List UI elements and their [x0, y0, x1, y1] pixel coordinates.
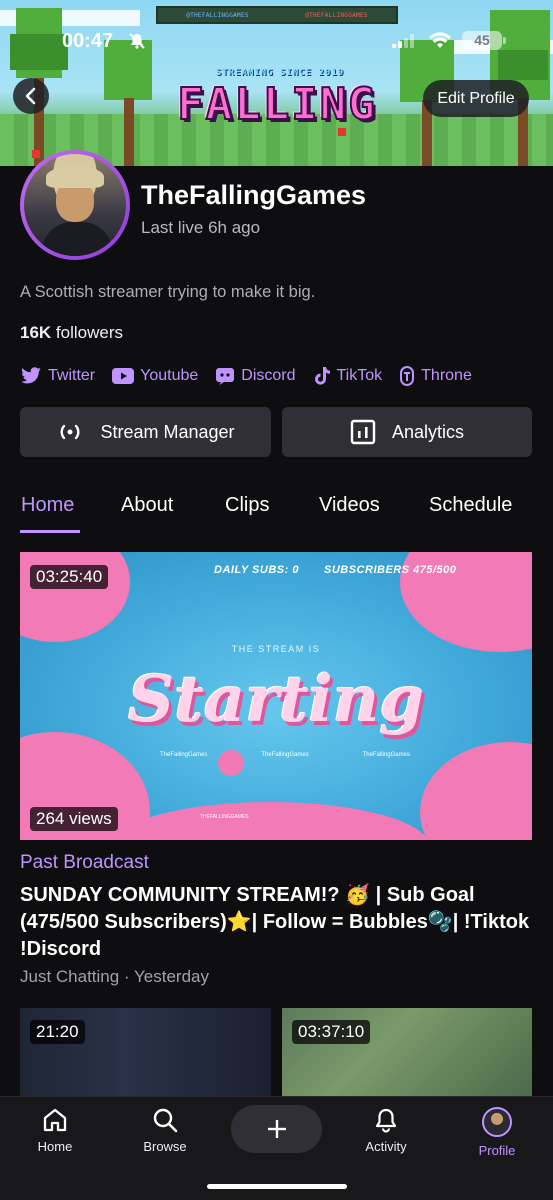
- banner-logo: FALLING: [176, 79, 377, 131]
- channel-name: TheFallingGames: [141, 180, 367, 210]
- tab-clips[interactable]: Clips: [225, 494, 269, 517]
- nav-browse[interactable]: Browse: [125, 1107, 205, 1154]
- active-tab-indicator: [20, 530, 80, 533]
- banner-youtube-handle: @THEFALLINGGAMES: [305, 11, 368, 19]
- profile-avatar-icon: [482, 1107, 512, 1137]
- nav-activity[interactable]: Activity: [346, 1107, 426, 1154]
- video-duration-badge: 03:37:10: [292, 1020, 371, 1044]
- video-thumbnail-secondary[interactable]: 03:37:10: [282, 1008, 532, 1098]
- create-button[interactable]: [231, 1105, 322, 1153]
- tab-about[interactable]: About: [121, 494, 173, 517]
- tab-videos[interactable]: Videos: [319, 494, 380, 517]
- throne-icon: [400, 366, 415, 386]
- twitter-icon: [21, 367, 41, 384]
- bell-icon: [375, 1108, 397, 1133]
- video-type-label: Past Broadcast: [20, 852, 149, 873]
- analytics-icon: [350, 419, 376, 445]
- wifi-icon: [429, 32, 451, 48]
- stream-manager-label: Stream Manager: [100, 421, 235, 442]
- discord-icon: [216, 368, 235, 385]
- thumbnail-twitter-handle: TheFallingGames: [160, 752, 208, 758]
- banner-twitter-handle: @THEFALLINGGAMES: [186, 11, 249, 19]
- discord-link-label: Discord: [241, 367, 296, 384]
- youtube-icon: [112, 368, 135, 384]
- video-thumbnail[interactable]: DAILY SUBS: 0 SUBSCRIBERS 475/500 THE ST…: [20, 552, 532, 840]
- stream-manager-button[interactable]: Stream Manager: [20, 407, 271, 457]
- channel-bio: A Scottish streamer trying to make it bi…: [20, 283, 316, 301]
- twitter-link-label: Twitter: [48, 367, 96, 384]
- video-thumbnail-secondary[interactable]: 21:20: [20, 1008, 271, 1098]
- tab-home[interactable]: Home: [21, 494, 74, 517]
- tiktok-link-label: TikTok: [336, 367, 383, 384]
- last-live-text: Last live 6h ago: [141, 218, 261, 237]
- video-views-badge: 264 views: [30, 807, 118, 831]
- nav-profile-label: Profile: [478, 1143, 516, 1158]
- signal-icon: [392, 34, 414, 48]
- tiktok-icon: [314, 367, 330, 385]
- video-duration-badge: 21:20: [30, 1020, 85, 1044]
- discord-link[interactable]: Discord: [215, 367, 296, 385]
- bell-off-icon: [129, 33, 145, 49]
- edit-profile-button[interactable]: Edit Profile: [423, 80, 529, 117]
- profile-tabs: Home About Clips Videos Schedule: [0, 490, 553, 534]
- nav-home-label: Home: [37, 1139, 73, 1154]
- followers-number: 16K: [20, 323, 52, 342]
- banner-social-strip: @THEFALLINGGAMES @THEFALLINGGAMES: [156, 6, 398, 24]
- thumbnail-youtube-handle: TheFallingGames: [261, 752, 309, 758]
- analytics-label: Analytics: [391, 421, 465, 442]
- youtube-link[interactable]: Youtube: [112, 367, 198, 385]
- throne-link[interactable]: Throne: [399, 366, 472, 386]
- home-indicator: [207, 1184, 347, 1189]
- broadcast-icon: [60, 424, 80, 440]
- nav-profile[interactable]: Profile: [457, 1107, 537, 1158]
- throne-link-label: Throne: [421, 367, 472, 384]
- avatar[interactable]: [20, 150, 130, 260]
- twitter-link[interactable]: Twitter: [20, 367, 95, 385]
- thumbnail-instagram-handle: TheFallingGames: [362, 752, 410, 758]
- back-button[interactable]: [13, 78, 49, 114]
- banner-tagline: STREAMING SINCE 2019: [215, 68, 345, 78]
- status-time: 00:47: [62, 30, 114, 52]
- tiktok-link[interactable]: TikTok: [313, 366, 383, 386]
- thumbnail-tag: THEFALLINGGAMES: [200, 814, 249, 820]
- chevron-left-icon: [25, 87, 36, 105]
- plus-icon: [267, 1120, 286, 1138]
- video-meta[interactable]: Just Chatting · Yesterday: [20, 967, 209, 987]
- search-icon: [153, 1108, 178, 1133]
- followers-label: followers: [55, 323, 124, 342]
- analytics-button[interactable]: Analytics: [282, 407, 532, 457]
- video-title[interactable]: SUNDAY COMMUNITY STREAM!? 🥳 | Sub Goal (…: [20, 882, 532, 963]
- tab-schedule[interactable]: Schedule: [429, 494, 512, 517]
- nav-browse-label: Browse: [143, 1139, 187, 1154]
- youtube-link-label: Youtube: [140, 367, 199, 384]
- social-links: Twitter Youtube Discord TikTok Throne: [20, 364, 489, 388]
- battery-indicator: 45: [462, 31, 506, 50]
- followers-count: 16K followers: [20, 323, 123, 343]
- thumbnail-starting: Starting: [127, 662, 425, 737]
- home-icon: [43, 1108, 67, 1132]
- nav-home[interactable]: Home: [15, 1107, 95, 1154]
- video-duration-badge: 03:25:40: [30, 565, 109, 589]
- thumbnail-daily-subs: DAILY SUBS: 0: [214, 564, 299, 576]
- thumbnail-stream-is: THE STREAM IS: [231, 644, 321, 654]
- thumbnail-subscribers: SUBSCRIBERS 475/500: [324, 564, 457, 576]
- nav-activity-label: Activity: [365, 1139, 407, 1154]
